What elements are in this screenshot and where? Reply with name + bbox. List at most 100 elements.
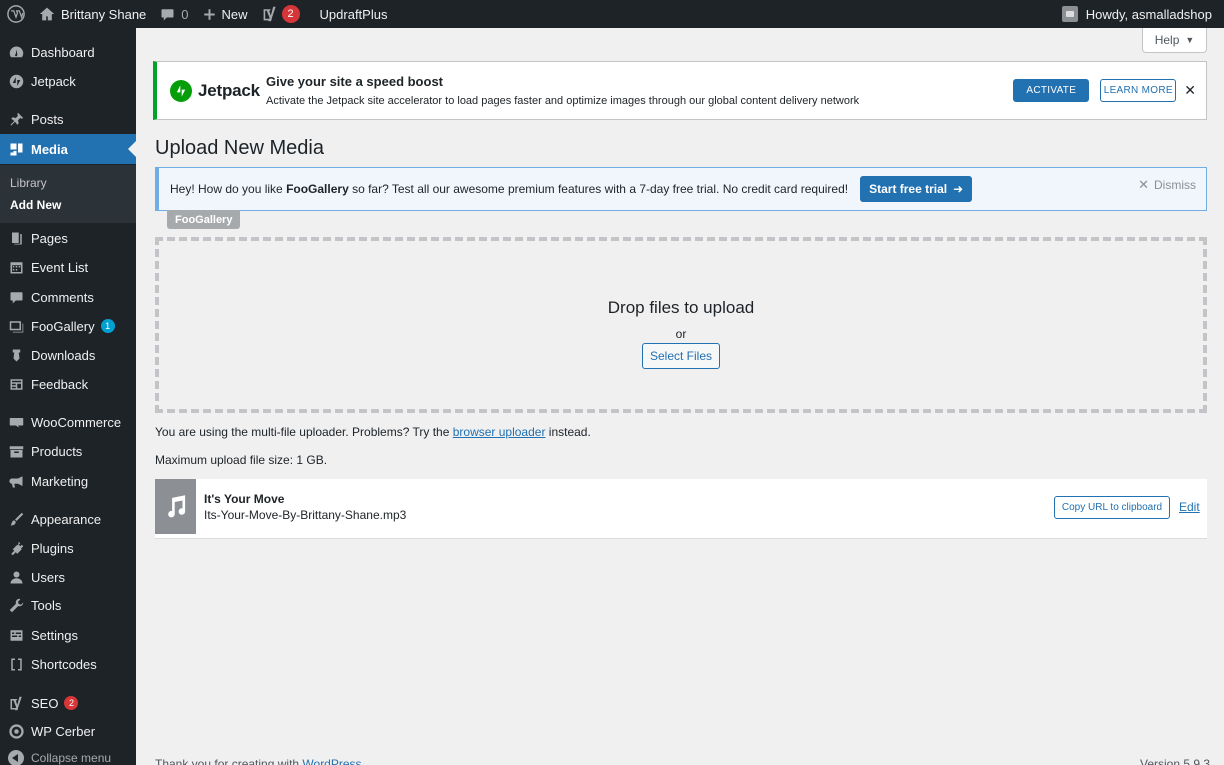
media-item: It's Your Move Its-Your-Move-By-Brittany… (155, 479, 1207, 539)
sidebar-item-settings[interactable]: Settings (0, 620, 136, 650)
upload-dropzone[interactable]: Drop files to upload or Select Files (155, 237, 1207, 413)
max-upload-size: Maximum upload file size: 1 GB. (155, 453, 328, 467)
sidebar-item-label: WooCommerce (31, 414, 122, 430)
copy-url-button[interactable]: Copy URL to clipboard (1054, 496, 1170, 519)
sidebar-item-label: Posts (31, 111, 64, 127)
sidebar-item-label: Plugins (31, 540, 74, 556)
start-free-trial-button[interactable]: Start free trial ➜ (860, 176, 973, 202)
yoast-icon (8, 695, 24, 711)
sidebar-item-jetpack[interactable]: Jetpack (0, 66, 136, 96)
sidebar-item-label: Dashboard (31, 44, 95, 60)
sidebar-item-label: SEO (31, 695, 59, 711)
submenu-item-library[interactable]: Library (0, 172, 136, 194)
sidebar-item-label: Products (31, 443, 83, 459)
sidebar-item-users[interactable]: Users (0, 562, 136, 592)
jetpack-icon (8, 73, 24, 89)
activate-button[interactable]: ACTIVATE (1013, 79, 1090, 102)
browser-uploader-link[interactable]: browser uploader (453, 425, 546, 439)
sidebar-item-label: Feedback (31, 376, 89, 392)
sidebar-item-plugins[interactable]: Plugins (0, 533, 136, 563)
foogallery-notice: Hey! How do you like FooGallery so far? … (155, 167, 1207, 211)
sidebar-item-downloads[interactable]: Downloads (0, 340, 136, 370)
foogallery-notice-text: Hey! How do you like FooGallery so far? … (170, 182, 849, 196)
pin-icon (8, 111, 24, 127)
sidebar-item-label: Media (31, 141, 68, 157)
select-files-button[interactable]: Select Files (642, 343, 720, 369)
sidebar-item-label: Appearance (31, 511, 102, 527)
sidebar-item-products[interactable]: Products (0, 436, 136, 466)
sidebar-item-woocommerce[interactable]: WooCommerce (0, 407, 136, 437)
audio-file-icon (155, 479, 196, 534)
collapse-icon (8, 750, 24, 765)
settings-icon (8, 627, 24, 643)
new-label: New (221, 6, 248, 22)
collapse-menu-button[interactable]: Collapse menu (0, 750, 111, 765)
submenu-item-add-new[interactable]: Add New (0, 194, 136, 216)
yoast-link[interactable]: 2 (255, 0, 307, 28)
close-icon[interactable]: ✕ (1184, 82, 1196, 99)
collapse-label: Collapse menu (31, 751, 112, 765)
howdy-user-link[interactable]: Howdy, asmalladshop (1086, 7, 1212, 22)
yoast-badge: 2 (281, 5, 300, 23)
brackets-icon (8, 656, 24, 672)
sidebar-item-appearance[interactable]: Appearance (0, 504, 136, 534)
dismiss-label: Dismiss (1154, 178, 1196, 192)
wordpress-link[interactable]: WordPress (302, 757, 361, 765)
sidebar-item-seo[interactable]: SEO 2 (0, 688, 136, 718)
jetpack-logo: Jetpack (170, 79, 266, 102)
feedback-icon (8, 376, 24, 392)
sidebar-item-label: Shortcodes (31, 656, 97, 672)
sidebar-item-wp-cerber[interactable]: WP Cerber (0, 716, 136, 746)
help-button[interactable]: Help ▼ (1142, 28, 1207, 53)
sidebar-item-marketing[interactable]: Marketing (0, 466, 136, 496)
jetpack-notice: Jetpack Give your site a speed boost Act… (153, 61, 1207, 120)
site-name-link[interactable]: Brittany Shane (32, 0, 153, 28)
user-icon (8, 569, 24, 585)
sidebar-item-media[interactable]: Media (0, 134, 136, 164)
dismiss-button[interactable]: ✕ Dismiss (1138, 177, 1196, 193)
arrow-right-icon: ➜ (953, 182, 964, 196)
dashboard-icon (8, 44, 24, 60)
sidebar-item-tools[interactable]: Tools (0, 590, 136, 620)
sidebar-item-dashboard[interactable]: Dashboard (0, 37, 136, 67)
uploader-info: You are using the multi-file uploader. P… (155, 425, 591, 439)
yoast-icon (263, 6, 276, 22)
jetpack-notice-description: Activate the Jetpack site accelerator to… (266, 95, 860, 107)
download-icon (8, 347, 24, 363)
caret-down-icon: ▼ (1185, 35, 1195, 45)
woo-icon (8, 414, 24, 430)
sidebar-item-foogallery[interactable]: FooGallery 1 (0, 311, 136, 341)
start-free-trial-label: Start free trial (869, 182, 948, 196)
sidebar-item-comments[interactable]: Comments (0, 282, 136, 312)
seo-badge: 2 (64, 696, 79, 710)
updraftplus-label: UpdraftPlus (319, 6, 388, 22)
comments-count: 0 (181, 6, 189, 22)
media-filename: Its-Your-Move-By-Brittany-Shane.mp3 (204, 508, 407, 522)
notification-icon[interactable] (1061, 6, 1078, 22)
wordpress-logo-button[interactable] (0, 0, 32, 28)
comments-link[interactable]: 0 (153, 0, 195, 28)
sidebar-item-feedback[interactable]: Feedback (0, 369, 136, 399)
brush-icon (8, 511, 24, 527)
admin-sidebar: Dashboard Jetpack Posts Media Library Ad… (0, 28, 136, 765)
jetpack-notice-title: Give your site a speed boost (266, 74, 443, 89)
jetpack-bolt-icon (170, 79, 192, 102)
sidebar-item-label: Downloads (31, 347, 96, 363)
sidebar-item-label: FooGallery (31, 318, 95, 334)
learn-more-button[interactable]: LEARN MORE (1100, 79, 1177, 102)
sidebar-item-pages[interactable]: Pages (0, 223, 136, 253)
foogallery-badge: 1 (100, 319, 115, 333)
sidebar-item-label: Marketing (31, 473, 89, 489)
sidebar-item-label: Tools (31, 597, 62, 613)
sidebar-item-posts[interactable]: Posts (0, 104, 136, 134)
sidebar-item-label: WP Cerber (31, 723, 96, 739)
site-name: Brittany Shane (61, 6, 147, 22)
new-content-link[interactable]: New (196, 0, 255, 28)
edit-link[interactable]: Edit (1179, 500, 1200, 514)
sidebar-item-shortcodes[interactable]: Shortcodes (0, 649, 136, 679)
wrench-icon (8, 597, 24, 613)
sidebar-item-event-list[interactable]: Event List (0, 252, 136, 282)
megaphone-icon (8, 473, 24, 489)
updraftplus-link[interactable]: UpdraftPlus (307, 0, 395, 28)
dropzone-title: Drop files to upload (607, 298, 755, 317)
